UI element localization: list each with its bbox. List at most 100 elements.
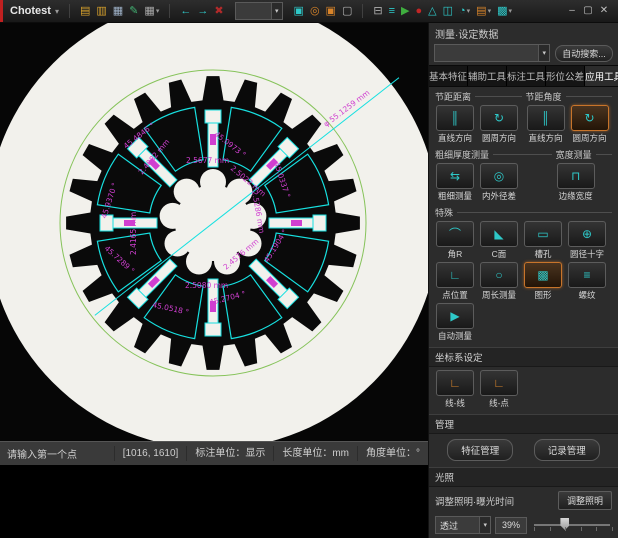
circle-cross[interactable]: ⊕圆径十字 bbox=[565, 221, 609, 260]
pitch-distance-circular-button[interactable]: ↻ bbox=[480, 105, 518, 131]
tab-application-tools[interactable]: 应用工具 bbox=[585, 66, 618, 86]
tool-group: 节距距离║直线方向↻圆周方向 bbox=[433, 87, 524, 145]
pattern-button[interactable]: ▩ bbox=[524, 262, 562, 288]
thickness-measure[interactable]: ⇆粗细测量 bbox=[433, 163, 477, 202]
save-as-icon[interactable]: ▦▾ bbox=[141, 3, 162, 19]
light-intensity-slider[interactable] bbox=[534, 517, 612, 533]
pattern[interactable]: ▩图形 bbox=[521, 262, 565, 301]
delete-icon[interactable]: ✖ bbox=[211, 3, 226, 19]
c-face[interactable]: ◣C面 bbox=[477, 221, 521, 260]
feature-manage-button[interactable]: 特征管理 bbox=[447, 439, 513, 461]
dropdown-caret-icon[interactable]: ▾ bbox=[509, 7, 513, 15]
pitch-angle-circular-button[interactable]: ↻ bbox=[571, 105, 609, 131]
pitch-distance-linear-button[interactable]: ║ bbox=[436, 105, 474, 131]
maximize-button[interactable]: ▢ bbox=[580, 3, 596, 19]
coord-line-point[interactable]: ∟线-点 bbox=[477, 370, 521, 409]
record-icon-glyph: ● bbox=[415, 3, 422, 19]
zoom-icon[interactable]: ◎ bbox=[307, 3, 323, 19]
save-icon-glyph: ▦ bbox=[113, 3, 123, 19]
auto-measure[interactable]: ▶自动测量 bbox=[433, 303, 477, 342]
light-mode-dropdown-icon[interactable]: ▾ bbox=[479, 517, 490, 533]
tab-basic-features[interactable]: 基本特征 bbox=[429, 66, 468, 86]
c-face-button[interactable]: ◣ bbox=[480, 221, 518, 247]
light-mode-select[interactable]: 透过 ▾ bbox=[435, 516, 491, 534]
scale-icon[interactable]: ≡ bbox=[386, 3, 398, 19]
image-search-icon[interactable]: ▣ bbox=[291, 3, 307, 19]
light-mode-value: 透过 bbox=[440, 519, 479, 532]
point-position-button[interactable]: ∟ bbox=[436, 262, 474, 288]
dropdown-caret-icon[interactable]: ▾ bbox=[488, 7, 492, 15]
coord-line-point-button[interactable]: ∟ bbox=[480, 370, 518, 396]
edge-width-button[interactable]: ⊓ bbox=[557, 163, 595, 189]
compare-icon[interactable]: ◫ bbox=[440, 3, 456, 19]
measurement-annotation: 2.5080 mm bbox=[185, 281, 228, 290]
thread[interactable]: ≡螺纹 bbox=[565, 262, 609, 301]
close-button[interactable]: ✕ bbox=[596, 3, 612, 19]
perimeter-measure[interactable]: ○周长测量 bbox=[477, 262, 521, 301]
thickness-measure-button[interactable]: ⇆ bbox=[436, 163, 474, 189]
minimize-button[interactable]: – bbox=[564, 3, 580, 19]
slot-hole[interactable]: ▭槽孔 bbox=[521, 221, 565, 260]
tab-geometric-tolerance[interactable]: 形位公差 bbox=[546, 66, 585, 86]
pitch-distance-linear[interactable]: ║直线方向 bbox=[433, 105, 477, 144]
lighting-exposure-label: 调整照明·曝光时间 bbox=[435, 494, 558, 508]
slot-hole-button[interactable]: ▭ bbox=[524, 221, 562, 247]
point-position[interactable]: ∟点位置 bbox=[433, 262, 477, 301]
coordinate-tools: ∟线-线∟线-点 bbox=[429, 367, 618, 410]
report-icon[interactable]: ▤ bbox=[77, 3, 93, 19]
pitch-angle-linear[interactable]: ║直线方向 bbox=[524, 105, 568, 144]
list-icon[interactable]: ⊟ bbox=[370, 3, 385, 19]
edge-width-icon: ⊓ bbox=[571, 170, 580, 182]
inner-outer-diameter-button[interactable]: ◎ bbox=[480, 163, 518, 189]
measure-mode-icon-glyph: △ bbox=[428, 3, 436, 19]
camera-viewport[interactable]: φ 55.1259 mm2.5677 mm45.4846 °45.0973 °2… bbox=[0, 23, 428, 441]
run-icon-glyph: ▶ bbox=[401, 3, 409, 19]
open-folder-icon[interactable]: ▥ bbox=[93, 3, 109, 19]
measure-mode-icon[interactable]: △ bbox=[425, 3, 439, 19]
slider-track[interactable] bbox=[534, 524, 610, 526]
thread-button[interactable]: ≡ bbox=[568, 262, 606, 288]
coord-line-line[interactable]: ∟线-线 bbox=[433, 370, 477, 409]
app-menu[interactable]: Chotest ▾ bbox=[3, 5, 65, 17]
edge-width[interactable]: ⊓边缘宽度 bbox=[554, 163, 598, 202]
back-icon[interactable]: ← bbox=[177, 3, 194, 19]
edit-program-icon[interactable]: ✎ bbox=[126, 3, 141, 19]
toolbar-combo-dropdown-icon[interactable]: ▾ bbox=[271, 3, 282, 19]
record-icon[interactable]: ● bbox=[412, 3, 425, 19]
toolbar-separator bbox=[169, 4, 170, 18]
auto-search-button[interactable]: 自动搜索... bbox=[555, 45, 613, 62]
adjust-lighting-button[interactable]: 调整照明 bbox=[558, 491, 612, 510]
corner-r-button[interactable]: ⌒ bbox=[436, 221, 474, 247]
perimeter-measure-button[interactable]: ○ bbox=[480, 262, 518, 288]
export-icon[interactable]: ▤▾ bbox=[473, 3, 494, 19]
toolbar-separator bbox=[362, 4, 363, 18]
run-icon[interactable]: ▶ bbox=[398, 3, 412, 19]
circle-cross-label: 圆径十字 bbox=[565, 248, 609, 260]
dropdown-caret-icon[interactable]: ▾ bbox=[467, 7, 471, 15]
forward-icon[interactable]: → bbox=[194, 3, 211, 19]
circle-cross-button[interactable]: ⊕ bbox=[568, 221, 606, 247]
pitch-angle-linear-button[interactable]: ║ bbox=[527, 105, 565, 131]
toolbar-combo[interactable]: ▾ bbox=[235, 2, 283, 20]
dropdown-caret-icon[interactable]: ▾ bbox=[156, 7, 160, 15]
pitch-distance-circular[interactable]: ↻圆周方向 bbox=[477, 105, 521, 144]
coord-line-line-button[interactable]: ∟ bbox=[436, 370, 474, 396]
auto-measure-icon: ▶ bbox=[450, 310, 459, 322]
inner-outer-diameter[interactable]: ◎内外径差 bbox=[477, 163, 521, 202]
edit-program-icon-glyph: ✎ bbox=[129, 3, 138, 19]
corner-r[interactable]: ⌒角R bbox=[433, 221, 477, 260]
save-icon[interactable]: ▦ bbox=[110, 3, 126, 19]
region-icon[interactable]: ▣ bbox=[323, 3, 339, 19]
feature-combo[interactable]: ▾ bbox=[434, 44, 550, 62]
pitch-angle-circular[interactable]: ↻圆周方向 bbox=[568, 105, 612, 144]
slider-tick bbox=[612, 527, 613, 531]
rotate-tool-icon[interactable]: ◔▾ bbox=[456, 3, 473, 19]
tab-annotation-tools[interactable]: 标注工具 bbox=[507, 66, 546, 86]
display-icon[interactable]: ▢ bbox=[339, 3, 355, 19]
record-manage-button[interactable]: 记录管理 bbox=[534, 439, 600, 461]
pitch-angle-circular-icon: ↻ bbox=[584, 112, 594, 124]
snapshot-icon[interactable]: ▩▾ bbox=[494, 3, 515, 19]
tab-auxiliary-tools[interactable]: 辅助工具 bbox=[468, 66, 507, 86]
auto-measure-button[interactable]: ▶ bbox=[436, 303, 474, 329]
feature-combo-dropdown-icon[interactable]: ▾ bbox=[538, 45, 549, 61]
